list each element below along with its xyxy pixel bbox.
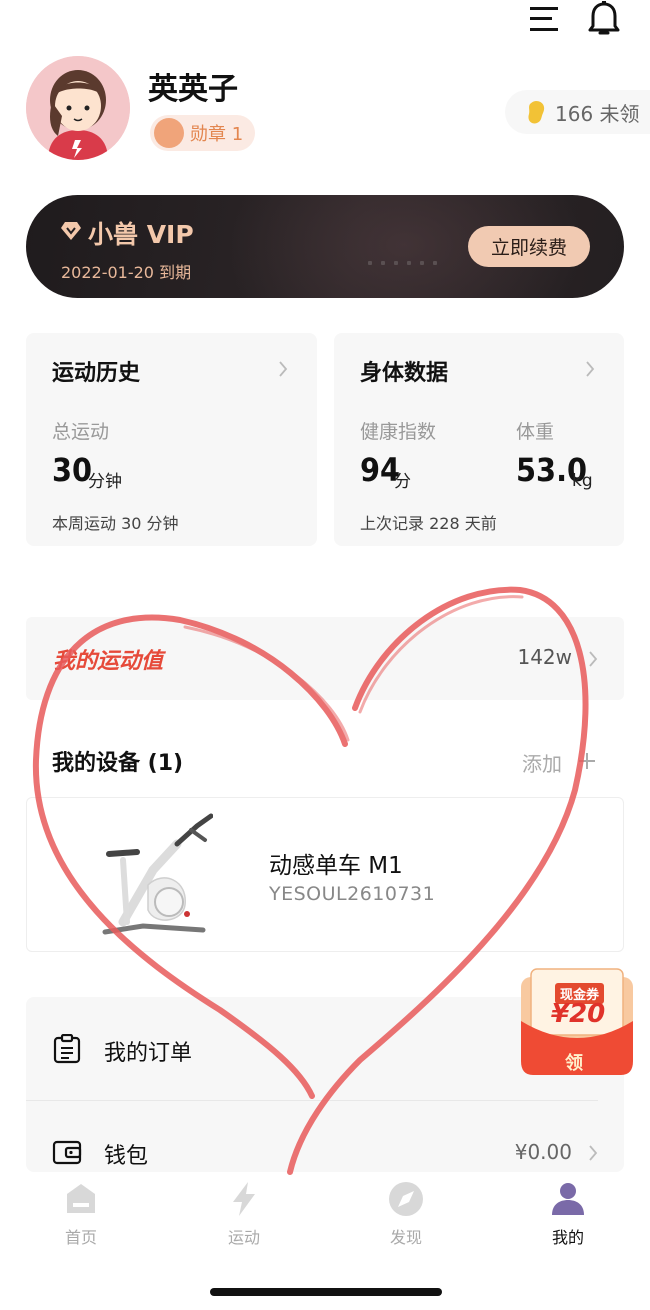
home-icon: [67, 1184, 95, 1213]
chevron-right-icon: [589, 651, 598, 667]
last-record-text: 上次记录 228 天前: [360, 514, 497, 533]
add-device-button[interactable]: 添加: [522, 748, 562, 777]
bell-icon[interactable]: [585, 0, 623, 38]
avatar-illustration: [26, 56, 130, 160]
tab-profile-label: 我的: [551, 1228, 584, 1247]
total-exercise-unit: 分钟: [88, 472, 122, 492]
wallet-balance: ¥0.00: [514, 1140, 572, 1164]
tab-discover-label: 发现: [389, 1228, 422, 1247]
motion-value-amount: 142w: [517, 645, 572, 669]
compass-icon: [389, 1182, 423, 1216]
coupon-claim-label: 领: [565, 1053, 583, 1074]
chevron-right-icon: [586, 361, 595, 377]
tab-profile[interactable]: 我的: [518, 1180, 618, 1248]
chevron-right-icon: [279, 361, 288, 377]
exercise-bike-image: [102, 813, 213, 935]
coupon-amount: ¥20: [551, 999, 606, 1029]
weight-label: 体重: [516, 421, 555, 443]
diamond-icon: [61, 222, 81, 240]
wallet-label: 钱包: [104, 1144, 149, 1169]
wallet-icon: [52, 1140, 82, 1165]
avatar[interactable]: [26, 56, 130, 160]
username: 英英子: [148, 72, 238, 107]
tab-exercise[interactable]: 运动: [194, 1180, 294, 1248]
cash-coupon-widget[interactable]: 现金券 ¥20 领: [517, 965, 637, 1080]
device-serial: YESOUL2610731: [269, 883, 436, 905]
health-index-unit: 分: [394, 472, 411, 492]
tab-discover[interactable]: 发现: [356, 1180, 456, 1248]
medal-label: 勋章 1: [190, 124, 244, 145]
clipboard-icon: [53, 1034, 81, 1064]
weight-unit: kg: [572, 471, 593, 491]
profile-icon: [552, 1183, 584, 1215]
vip-expiry: 2022-01-20 到期: [61, 263, 192, 282]
menu-icon[interactable]: [527, 2, 561, 36]
total-exercise-value: 30: [52, 451, 93, 489]
tab-exercise-label: 运动: [227, 1228, 260, 1247]
medal-icon: [154, 118, 184, 148]
exercise-history-card[interactable]: 运动历史 总运动 30 分钟 本周运动 30 分钟: [26, 333, 317, 546]
device-card[interactable]: 动感单车 M1 YESOUL2610731: [26, 797, 624, 952]
coins-pill[interactable]: 166 未领: [505, 90, 650, 134]
vip-decoration-dots: [368, 261, 437, 265]
coins-text: 166 未领: [555, 101, 640, 126]
tab-home-label: 首页: [64, 1228, 97, 1247]
health-index-label: 健康指数: [360, 421, 437, 443]
body-data-title: 身体数据: [360, 361, 449, 386]
motion-value-label: 我的运动值: [53, 649, 164, 674]
total-exercise-label: 总运动: [52, 421, 110, 443]
device-name: 动感单车 M1: [269, 853, 403, 879]
bean-icon: [528, 101, 545, 124]
history-title: 运动历史: [52, 361, 141, 386]
orders-label: 我的订单: [104, 1041, 193, 1066]
chevron-right-icon: [589, 1145, 598, 1161]
motion-value-row[interactable]: 我的运动值 142w: [26, 617, 624, 700]
medal-badge[interactable]: 勋章 1: [150, 115, 256, 151]
plus-icon[interactable]: [578, 752, 596, 770]
renew-button[interactable]: 立即续费: [468, 226, 590, 267]
lightning-icon: [233, 1182, 255, 1216]
home-indicator: [210, 1288, 442, 1296]
weekly-exercise-text: 本周运动 30 分钟: [52, 514, 179, 533]
vip-title: 小兽 VIP: [88, 220, 194, 249]
devices-title: 我的设备 (1): [52, 751, 184, 776]
body-data-card[interactable]: 身体数据 健康指数 94 分 体重 53.0 kg 上次记录 228 天前: [334, 333, 624, 546]
vip-card[interactable]: 小兽 VIP 2022-01-20 到期 立即续费: [26, 195, 624, 298]
tab-home[interactable]: 首页: [31, 1180, 131, 1248]
